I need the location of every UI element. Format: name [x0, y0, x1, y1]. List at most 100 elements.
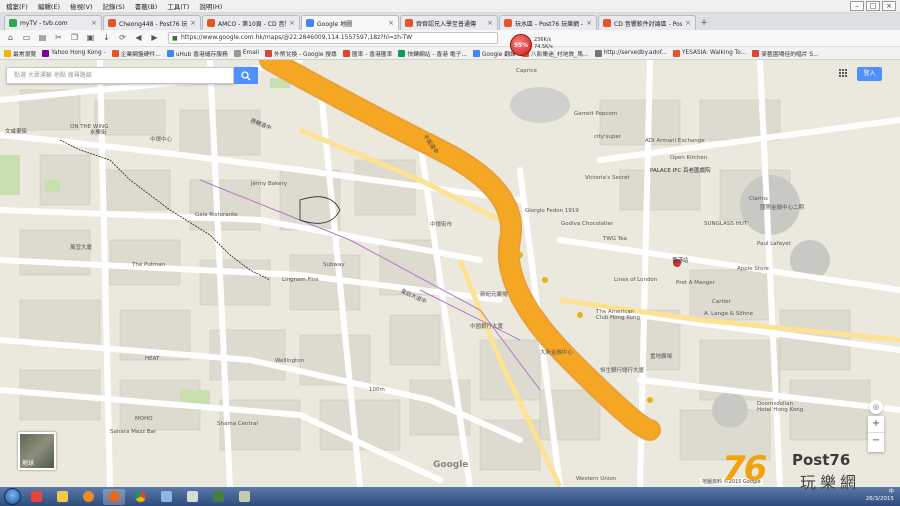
bookmark-item[interactable]: Yahoo Hong Kong -	[42, 49, 106, 57]
tab-close-icon[interactable]: ×	[487, 19, 493, 27]
forward-icon[interactable]: ▶	[148, 32, 161, 44]
taskbar-app-button[interactable]	[25, 489, 47, 505]
map-label[interactable]: Garrett Popcorn	[574, 111, 617, 117]
bookmark-item[interactable]: uHub 香港儲存服務	[166, 49, 228, 58]
menu-view[interactable]: 檢視(V)	[70, 1, 93, 11]
map-label[interactable]: 皇后大道中	[400, 287, 428, 305]
map-search-input[interactable]: 點選 大眾運輸 地點 搜尋路線	[6, 67, 234, 84]
map-label[interactable]: 恒生銀行總行大廈	[600, 366, 644, 374]
map-label[interactable]: 中環街市	[430, 220, 452, 228]
map-label[interactable]: 中國銀行大廈	[470, 322, 503, 330]
bookmark-item[interactable]: 外幣兌換 - Google 搜尋	[264, 49, 337, 58]
map-label[interactable]: 干諾道中	[421, 133, 440, 155]
map-label[interactable]: Doomsdolian Hotel Hong Kong	[757, 401, 807, 413]
menu-help[interactable]: 說明(H)	[199, 1, 222, 11]
tab-close-icon[interactable]: ×	[190, 19, 196, 27]
tab[interactable]: 齊齊認兄入學至普通傳 ×	[400, 15, 498, 30]
map-label[interactable]: Clarins	[749, 196, 768, 202]
map-label[interactable]: 大新金融中心	[540, 348, 573, 356]
map-label[interactable]: The Putman	[132, 262, 165, 268]
tab[interactable]: CD 音響軟件討論區 - Post...×	[598, 15, 696, 30]
map-label[interactable]: Godiva Chocolatier	[561, 221, 613, 227]
map-label[interactable]: Cartier	[712, 299, 731, 305]
bookmark-item[interactable]: 最常瀏覽	[4, 49, 36, 58]
copy-icon[interactable]: ❐	[68, 32, 81, 44]
map-label[interactable]: HEAT	[145, 356, 159, 362]
tab[interactable]: Cheong448 - Post76 玩樂網×	[103, 15, 201, 30]
home-icon[interactable]: ⌂	[4, 32, 17, 44]
taskbar-app-button[interactable]	[207, 489, 229, 505]
map-label[interactable]: MOHO	[135, 416, 153, 422]
bookmark-item[interactable]: 八影樂迷_村地質_馬...	[521, 49, 589, 58]
tray-date[interactable]: 26/3/2015	[866, 496, 894, 503]
bookmark-item[interactable]: YESASIA: Walking To...	[672, 49, 746, 57]
sync-icon[interactable]: ⟳	[116, 32, 129, 44]
start-button[interactable]	[4, 488, 21, 505]
zoom-in-button[interactable]: +	[868, 416, 884, 432]
url-bar[interactable]: ■ https://www.google.com.hk/maps/@22.284…	[168, 32, 498, 44]
map-label[interactable]: Caprice	[516, 68, 537, 74]
map-label[interactable]: TWG Tea	[603, 236, 627, 242]
map-canvas[interactable]: Caprice Garrett Popcorn city'super ADI A…	[0, 60, 900, 487]
tab[interactable]: AMCO - 第10頁 - CD 音響...×	[202, 15, 300, 30]
map-label[interactable]: Subway	[323, 262, 345, 268]
taskbar-app-button[interactable]	[77, 489, 99, 505]
download-icon[interactable]: ↓	[100, 32, 113, 44]
minimize-button[interactable]: –	[850, 1, 864, 11]
map-label[interactable]: Western Union	[576, 476, 616, 482]
map-label[interactable]: Gala Ristorante	[195, 212, 238, 218]
map-label[interactable]: A. Lange & Söhne	[704, 311, 753, 317]
map-label[interactable]: ADI Armani Exchange	[645, 138, 705, 144]
map-label[interactable]: 新紀元廣場	[480, 290, 508, 298]
map-label[interactable]: Shama Central	[217, 421, 258, 427]
zoom-out-button[interactable]: −	[868, 432, 884, 448]
bookmark-item[interactable]: 企業網盤硬件...	[111, 49, 161, 58]
paste-icon[interactable]: ▣	[84, 32, 97, 44]
taskbar-app-button[interactable]	[181, 489, 203, 505]
back-icon[interactable]: ◀	[132, 32, 145, 44]
maximize-button[interactable]: □	[866, 1, 880, 11]
map-label[interactable]: Giorgio Fedon 1919	[525, 208, 579, 214]
signin-button[interactable]: 登入	[857, 67, 882, 81]
map-label[interactable]: 香港站	[672, 256, 689, 264]
compass-icon[interactable]: ◎	[869, 400, 883, 414]
bookmark-item[interactable]: Google 翻譯	[472, 49, 516, 58]
satellite-toggle[interactable]: 地球	[18, 432, 56, 470]
search-button[interactable]	[234, 67, 258, 84]
tab-close-icon[interactable]: ×	[289, 19, 295, 27]
bookmark-item[interactable]: 快轉網站 - 香港 電子...	[398, 49, 467, 58]
taskbar-app-button[interactable]	[233, 489, 255, 505]
bookmark-item[interactable]: Email	[233, 49, 259, 57]
map-label[interactable]: 萬宜大廈	[70, 243, 92, 251]
bookmark-item[interactable]: http://servedby.adof...	[594, 49, 667, 57]
folder-icon[interactable]: ▭	[20, 32, 33, 44]
map-label[interactable]: Jenny Bakery	[251, 181, 287, 187]
menu-edit[interactable]: 編輯(E)	[38, 1, 60, 11]
map-label[interactable]: Lines of London	[614, 277, 657, 283]
map-label[interactable]: PALACE IFC 百老匯戲院	[650, 166, 711, 174]
menu-file[interactable]: 檔案(F)	[6, 1, 28, 11]
map-label[interactable]: Victoria's Secret	[585, 175, 630, 181]
taskbar-app-button[interactable]	[129, 489, 151, 505]
map-label[interactable]: ON THE WING	[70, 124, 108, 130]
map-label[interactable]: Paul Lafayet	[757, 241, 791, 247]
map-label[interactable]: 置地廣場	[650, 352, 672, 360]
tab[interactable]: myTV - tvb.com ×	[4, 15, 102, 30]
map-label[interactable]: Lingnam Fine	[282, 277, 319, 283]
close-button[interactable]: ×	[882, 1, 896, 11]
tab-close-icon[interactable]: ×	[91, 19, 97, 27]
map-label[interactable]: 德輔道中	[249, 116, 272, 132]
map-label[interactable]: 中環中心	[150, 135, 172, 143]
menu-bookmarks[interactable]: 書籤(B)	[135, 1, 158, 11]
map-label[interactable]: Open Kitchen	[670, 155, 707, 161]
bookmark-item[interactable]: 匯率 - 香港匯率	[342, 49, 392, 58]
apps-grid-icon[interactable]	[839, 69, 848, 78]
tab[interactable]: 玩水區 - Post76 玩樂網 - P...×	[499, 15, 597, 30]
map-label[interactable]: 100m	[369, 387, 385, 393]
tab-close-icon[interactable]: ×	[586, 19, 592, 27]
map-label[interactable]: Wellington	[275, 358, 304, 364]
map-label[interactable]: The American Club Hong Kong	[596, 309, 646, 321]
map-label[interactable]: Apple Store	[737, 266, 769, 272]
taskbar-app-button[interactable]	[51, 489, 73, 505]
tab-close-icon[interactable]: ×	[388, 19, 394, 27]
